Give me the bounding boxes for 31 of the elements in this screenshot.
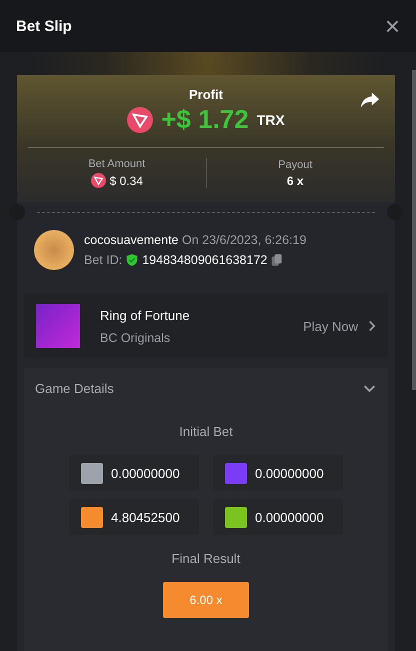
payout-label: Payout [278,158,312,170]
bet-amount: 4.80452500 [111,510,180,524]
game-name: Ring of Fortune [99,308,191,322]
chevron-right-icon [368,320,376,332]
window-title: Bet Slip [16,18,72,34]
player-line: cocosuavemente On 23/6/2023, 6:26:19 [84,233,306,247]
coin-icon [90,173,106,188]
game-row[interactable]: Ring of Fortune BC Originals Play Now [24,294,388,358]
close-button[interactable]: × [384,13,400,39]
initial-bet-label: Initial Bet [178,424,234,439]
chevron-icon[interactable] [363,384,376,392]
bet-id-value: 194834809061638172 [142,253,268,267]
bet-amount: 0.00000000 [111,466,180,480]
profit-label: Profit [189,87,223,102]
game-provider: BC Originals [99,330,172,344]
bet-amount: 0.00000000 [255,466,324,480]
bet-id-label: Bet ID: [84,253,122,267]
final-result-badge: 6.00 x [163,582,249,618]
avatar [34,230,74,270]
final-result-label: Final Result [170,551,242,566]
coin-icon [127,106,154,132]
game-thumbnail [36,304,80,348]
profit-amount: +$ 1.72 [161,104,249,135]
bet-amount: 0.00000000 [255,510,324,524]
copy-icon[interactable] [270,253,284,267]
currency-label: TRX [256,112,285,128]
payout-value: 6 x [286,174,304,188]
play-now-link[interactable]: Play Now [303,318,358,334]
bet-amount-value: $ 0.34 [110,174,143,188]
game-details-title[interactable]: Game Details [35,380,114,396]
bet-amount-label: Bet Amount [88,158,146,170]
